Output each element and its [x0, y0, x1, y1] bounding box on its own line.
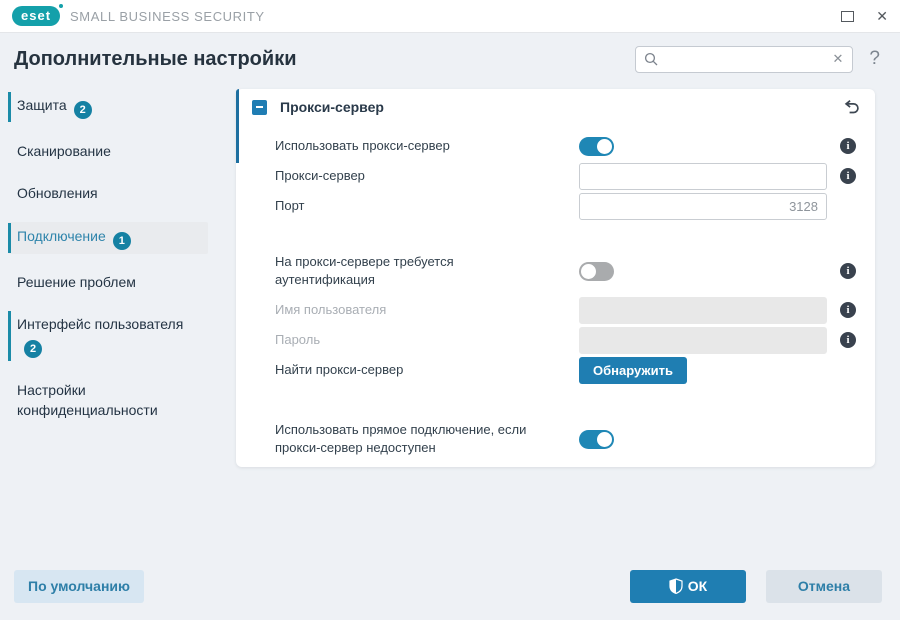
setting-label: Пароль: [275, 332, 321, 348]
undo-icon[interactable]: [843, 99, 861, 116]
settings-rows: Использовать прокси-сервер i Прокси-серв…: [236, 125, 875, 459]
collapse-icon[interactable]: [252, 99, 267, 115]
ok-button-label: ОК: [687, 578, 708, 594]
sidebar-item-label: Обновления: [17, 185, 98, 202]
row-password: Пароль i: [236, 325, 875, 355]
sidebar-item-user-interface[interactable]: Интерфейс пользователя 2: [8, 310, 208, 362]
sidebar-item-label: Сканирование: [17, 143, 111, 159]
product-name: SMALL BUSINESS SECURITY: [70, 8, 265, 24]
search-icon: [644, 52, 658, 66]
row-direct-connection: Использовать прямое подключение, если пр…: [236, 419, 875, 459]
clear-search-icon[interactable]: ✕: [832, 51, 845, 67]
use-proxy-toggle[interactable]: [579, 136, 614, 156]
search-box[interactable]: ✕: [635, 45, 854, 73]
row-auth-required: На прокси-сервере требуется аутентификац…: [236, 251, 875, 291]
setting-label: Использовать прямое подключение, если пр…: [275, 422, 527, 455]
ok-button[interactable]: ОК: [630, 569, 746, 603]
port-input[interactable]: [579, 192, 827, 220]
info-icon[interactable]: i: [840, 263, 856, 279]
help-icon[interactable]: ?: [869, 48, 880, 70]
eset-settings-window: eset SMALL BUSINESS SECURITY ✕ Дополните…: [0, 0, 900, 620]
row-detect-proxy: Найти прокси-сервер Обнаружить: [236, 355, 875, 385]
settings-panel: Прокси-сервер Использовать прокси-сервер…: [236, 89, 875, 467]
window-controls: ✕: [841, 9, 888, 23]
maximize-icon[interactable]: [841, 10, 855, 22]
default-button[interactable]: По умолчанию: [14, 569, 144, 603]
setting-label: Порт: [275, 198, 305, 214]
body: Защита 2 Сканирование Обновления Подключе…: [0, 85, 900, 467]
row-use-proxy: Использовать прокси-сервер i: [236, 131, 875, 161]
header: Дополнительные настройки ✕ ?: [0, 33, 900, 85]
auth-required-toggle[interactable]: [579, 261, 614, 281]
section-header: Прокси-сервер: [236, 89, 875, 125]
setting-label: Найти прокси-сервер: [275, 362, 404, 378]
sidebar-item-label: Настройки конфиденциальности: [17, 382, 158, 419]
badge: 1: [112, 231, 131, 250]
sidebar-item-troubleshooting[interactable]: Решение проблем: [8, 268, 208, 296]
direct-connection-toggle[interactable]: [579, 429, 614, 449]
sidebar-item-protection[interactable]: Защита 2: [8, 91, 208, 123]
info-icon[interactable]: i: [840, 138, 856, 154]
row-proxy-server: Прокси-сервер i: [236, 161, 875, 191]
setting-label: Использовать прокси-сервер: [275, 138, 450, 154]
sidebar-item-label: Интерфейс пользователя: [17, 315, 184, 332]
search-input[interactable]: [664, 51, 832, 67]
info-icon[interactable]: i: [840, 332, 856, 348]
sidebar-item-label: Защита: [17, 97, 67, 113]
sidebar-item-connection[interactable]: Подключение 1: [8, 221, 208, 254]
setting-label: Имя пользователя: [275, 302, 387, 318]
footer: По умолчанию ОК Отмена: [0, 564, 900, 620]
titlebar: eset SMALL BUSINESS SECURITY ✕: [0, 0, 900, 33]
sidebar-item-privacy[interactable]: Настройки конфиденциальности: [8, 376, 208, 425]
info-icon[interactable]: i: [840, 168, 856, 184]
sidebar-item-scanning[interactable]: Сканирование: [8, 137, 208, 165]
row-username: Имя пользователя i: [236, 295, 875, 325]
badge: 2: [73, 101, 92, 119]
sidebar: Защита 2 Сканирование Обновления Подключе…: [0, 89, 236, 439]
setting-label: На прокси-сервере требуется аутентификац…: [275, 254, 454, 287]
password-input: [579, 326, 827, 354]
detect-button[interactable]: Обнаружить: [579, 356, 687, 384]
eset-logo-icon: eset: [12, 4, 64, 26]
sidebar-item-label: Решение проблем: [17, 273, 136, 290]
proxy-server-input[interactable]: [579, 162, 827, 190]
uac-shield-icon: [669, 578, 683, 594]
setting-label: Прокси-сервер: [275, 168, 365, 184]
badge: 2: [24, 340, 42, 359]
section-title: Прокси-сервер: [280, 99, 384, 115]
page-title: Дополнительные настройки: [14, 47, 297, 70]
sidebar-item-label: Подключение: [17, 227, 106, 244]
sidebar-item-updates[interactable]: Обновления: [8, 179, 208, 207]
row-port: Порт: [236, 191, 875, 221]
close-icon[interactable]: ✕: [876, 9, 888, 23]
cancel-button[interactable]: Отмена: [766, 569, 882, 603]
username-input: [579, 296, 827, 324]
info-icon[interactable]: i: [840, 302, 856, 318]
